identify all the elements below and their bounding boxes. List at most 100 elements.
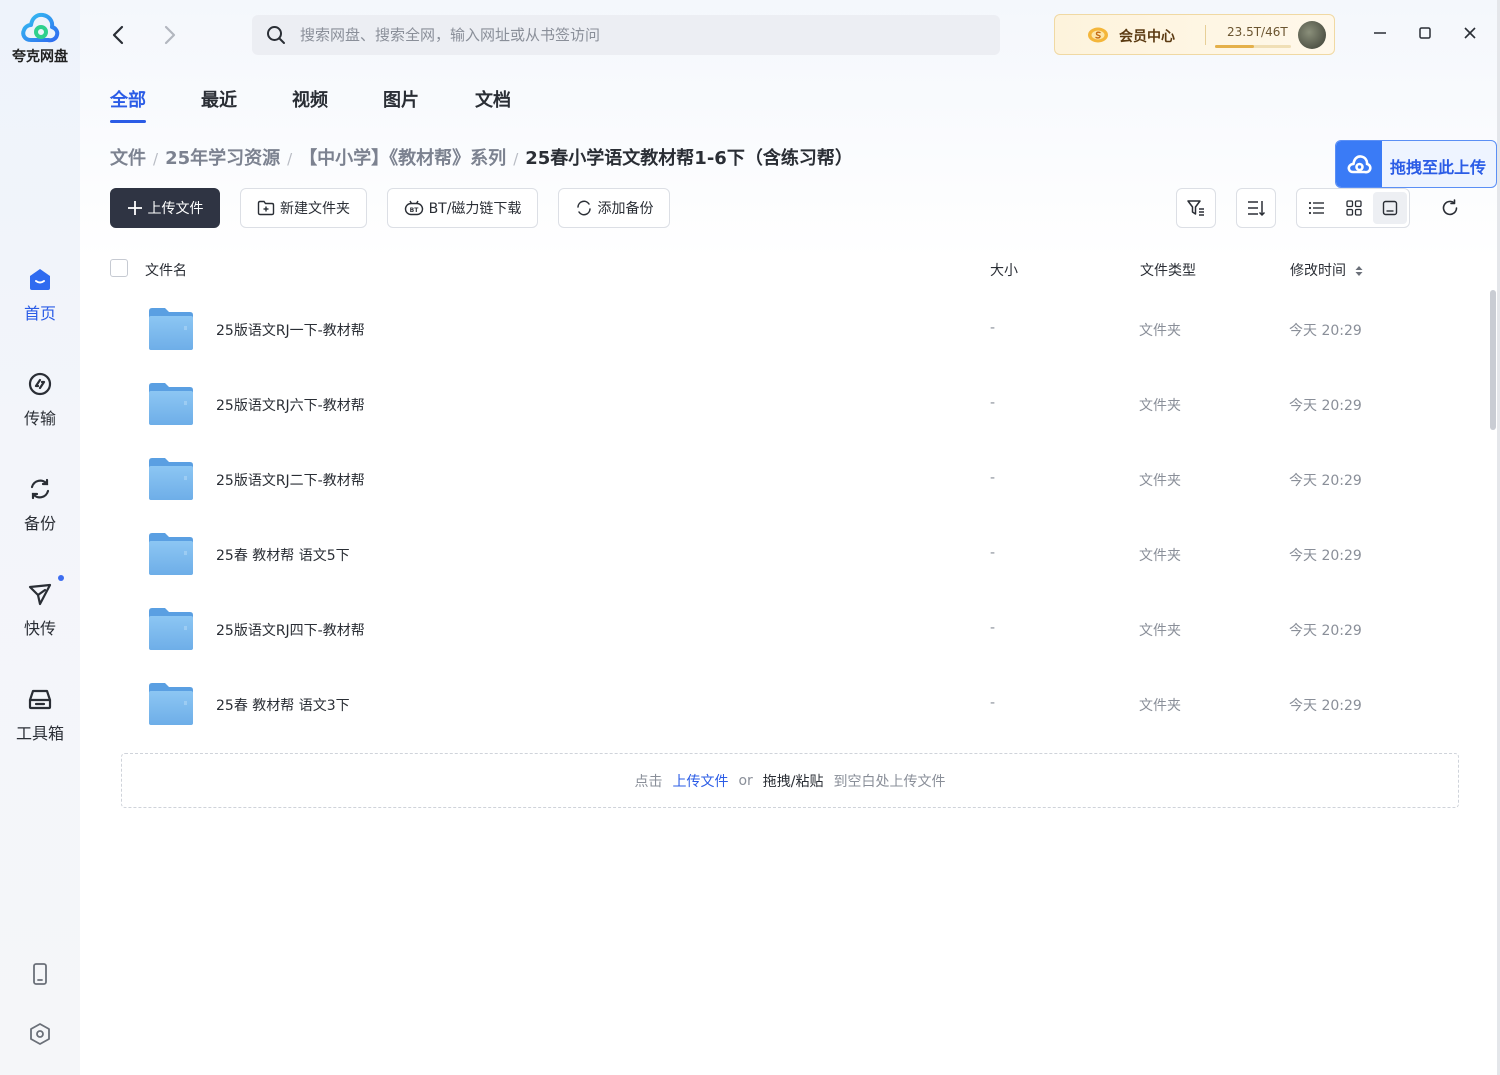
list-view-icon <box>1308 201 1324 215</box>
tab-recent[interactable]: 最近 <box>201 86 237 112</box>
file-name: 25版语文RJ一下-教材帮 <box>216 323 365 339</box>
table-header: 文件名 大小 文件类型 修改时间 <box>110 252 1490 284</box>
list-view-button[interactable] <box>1300 192 1334 224</box>
large-view-button[interactable] <box>1373 192 1407 224</box>
plus-icon <box>127 201 142 215</box>
table-row[interactable]: 25春 教材帮 语文5下 - 文件夹 今天 20:29 <box>110 517 1490 592</box>
table-row[interactable]: 25版语文RJ六下-教材帮 - 文件夹 今天 20:29 <box>110 367 1490 442</box>
file-type: 文件夹 <box>1139 398 1181 414</box>
tab-document[interactable]: 文档 <box>475 86 511 112</box>
sort-arrows-icon <box>1355 266 1363 276</box>
file-name: 25版语文RJ二下-教材帮 <box>216 473 365 489</box>
scrollbar[interactable] <box>1490 290 1496 430</box>
file-type: 文件夹 <box>1139 323 1181 339</box>
breadcrumb-item[interactable]: 文件 <box>110 148 146 169</box>
sidebar-item-backup[interactable]: 备份 <box>0 476 80 534</box>
sidebar: 夸克网盘 首页 传输 备份 快传 工具箱 <box>0 0 80 1075</box>
search-icon <box>267 26 285 44</box>
upload-dropzone[interactable]: 点击 上传文件 or 拖拽/粘贴 到空白处上传文件 <box>121 753 1459 808</box>
dropzone-upload-link[interactable]: 上传文件 <box>672 771 728 791</box>
folder-icon <box>149 533 193 575</box>
backup-icon <box>30 478 50 500</box>
mobile-app-button[interactable] <box>0 962 80 986</box>
add-backup-button[interactable]: 添加备份 <box>558 188 670 228</box>
file-type: 文件夹 <box>1139 623 1181 639</box>
new-folder-icon <box>257 200 275 216</box>
bt-download-label: BT/磁力链下载 <box>428 201 522 217</box>
app-logo[interactable]: 夸克网盘 <box>0 10 80 66</box>
breadcrumb-current: 25春小学语文教材帮1-6下（含练习帮） <box>525 148 853 169</box>
file-size: - <box>990 620 996 636</box>
search-input[interactable] <box>300 15 980 55</box>
file-name: 25版语文RJ六下-教材帮 <box>216 398 365 414</box>
app-logo-text: 夸克网盘 <box>12 49 68 65</box>
file-type: 文件夹 <box>1139 548 1181 564</box>
sidebar-item-toolbox[interactable]: 工具箱 <box>0 686 80 744</box>
large-view-icon <box>1382 200 1398 216</box>
divider <box>1205 25 1206 45</box>
tab-image[interactable]: 图片 <box>383 86 419 112</box>
tab-video[interactable]: 视频 <box>292 86 328 112</box>
quick-send-icon <box>28 583 52 606</box>
vip-center-label: 会员中心 <box>1119 29 1175 45</box>
sidebar-item-label: 首页 <box>23 304 56 323</box>
minimize-icon[interactable] <box>1371 24 1389 42</box>
file-modified-time: 今天 20:29 <box>1289 548 1362 564</box>
refresh-button[interactable] <box>1430 188 1470 228</box>
breadcrumb: 文件 / 25年学习资源 / 【中小学】《教材帮》系列 / 25春小学语文教材帮1-6下（含… <box>110 144 853 170</box>
storage-bar-fill <box>1215 45 1254 48</box>
file-size: - <box>990 545 996 561</box>
settings-button[interactable] <box>0 1022 80 1046</box>
transfer-icon <box>28 372 52 396</box>
add-backup-label: 添加备份 <box>597 201 654 217</box>
grid-view-button[interactable] <box>1337 192 1371 224</box>
filter-icon <box>1187 200 1204 216</box>
sort-button[interactable] <box>1236 188 1276 228</box>
storage-usage: 23.5T/46T <box>1227 25 1288 39</box>
avatar[interactable] <box>1298 21 1326 49</box>
maximize-icon[interactable] <box>1416 24 1434 42</box>
column-header-modified[interactable]: 修改时间 <box>1290 260 1364 280</box>
main-panel: 会员中心 23.5T/46T 全部 最近 视频 图片 文档 文件 / 25年学习资源… <box>80 0 1500 1075</box>
refresh-icon <box>1442 199 1458 216</box>
drag-upload-icon-box <box>1336 141 1382 187</box>
close-icon[interactable] <box>1461 24 1479 42</box>
breadcrumb-item[interactable]: 【中小学】《教材帮》系列 <box>299 148 506 169</box>
column-header-name[interactable]: 文件名 <box>145 260 187 280</box>
filter-button[interactable] <box>1176 188 1216 228</box>
tab-all[interactable]: 全部 <box>110 86 146 112</box>
search-bar[interactable] <box>252 15 1000 55</box>
upload-file-label: 上传文件 <box>147 201 204 217</box>
column-header-type[interactable]: 文件类型 <box>1140 260 1196 280</box>
folder-icon <box>149 683 193 725</box>
home-icon <box>30 269 50 290</box>
folder-icon <box>149 458 193 500</box>
table-row[interactable]: 25版语文RJ四下-教材帮 - 文件夹 今天 20:29 <box>110 592 1490 667</box>
file-type: 文件夹 <box>1139 698 1181 714</box>
back-arrow-icon[interactable] <box>106 22 132 48</box>
new-folder-button[interactable]: 新建文件夹 <box>240 188 367 228</box>
folder-icon <box>149 608 193 650</box>
table-row[interactable]: 25版语文RJ二下-教材帮 - 文件夹 今天 20:29 <box>110 442 1490 517</box>
table-row[interactable]: 25版语文RJ一下-教材帮 - 文件夹 今天 20:29 <box>110 292 1490 367</box>
vip-coin-icon <box>1088 27 1108 43</box>
notification-dot <box>58 575 64 581</box>
file-name: 25春 教材帮 语文5下 <box>216 548 350 564</box>
phone-icon <box>33 963 47 985</box>
vip-center[interactable]: 会员中心 23.5T/46T <box>1054 14 1335 55</box>
file-type: 文件夹 <box>1139 473 1181 489</box>
sidebar-item-home[interactable]: 首页 <box>0 266 80 324</box>
sidebar-item-quick-send[interactable]: 快传 <box>0 581 80 639</box>
column-header-size[interactable]: 大小 <box>990 260 1018 280</box>
table-row[interactable]: 25春 教材帮 语文3下 - 文件夹 今天 20:29 <box>110 667 1490 742</box>
forward-arrow-icon[interactable] <box>156 22 182 48</box>
toolbox-icon <box>28 689 52 710</box>
file-modified-time: 今天 20:29 <box>1289 698 1362 714</box>
sidebar-item-label: 备份 <box>23 514 56 533</box>
sidebar-item-transfer[interactable]: 传输 <box>0 371 80 429</box>
breadcrumb-item[interactable]: 25年学习资源 <box>165 148 280 169</box>
drag-upload-button[interactable]: 拖拽至此上传 <box>1335 140 1497 188</box>
bt-download-button[interactable]: BT BT/磁力链下载 <box>387 188 538 228</box>
upload-file-button[interactable]: 上传文件 <box>110 188 220 228</box>
select-all-checkbox[interactable] <box>110 259 128 277</box>
